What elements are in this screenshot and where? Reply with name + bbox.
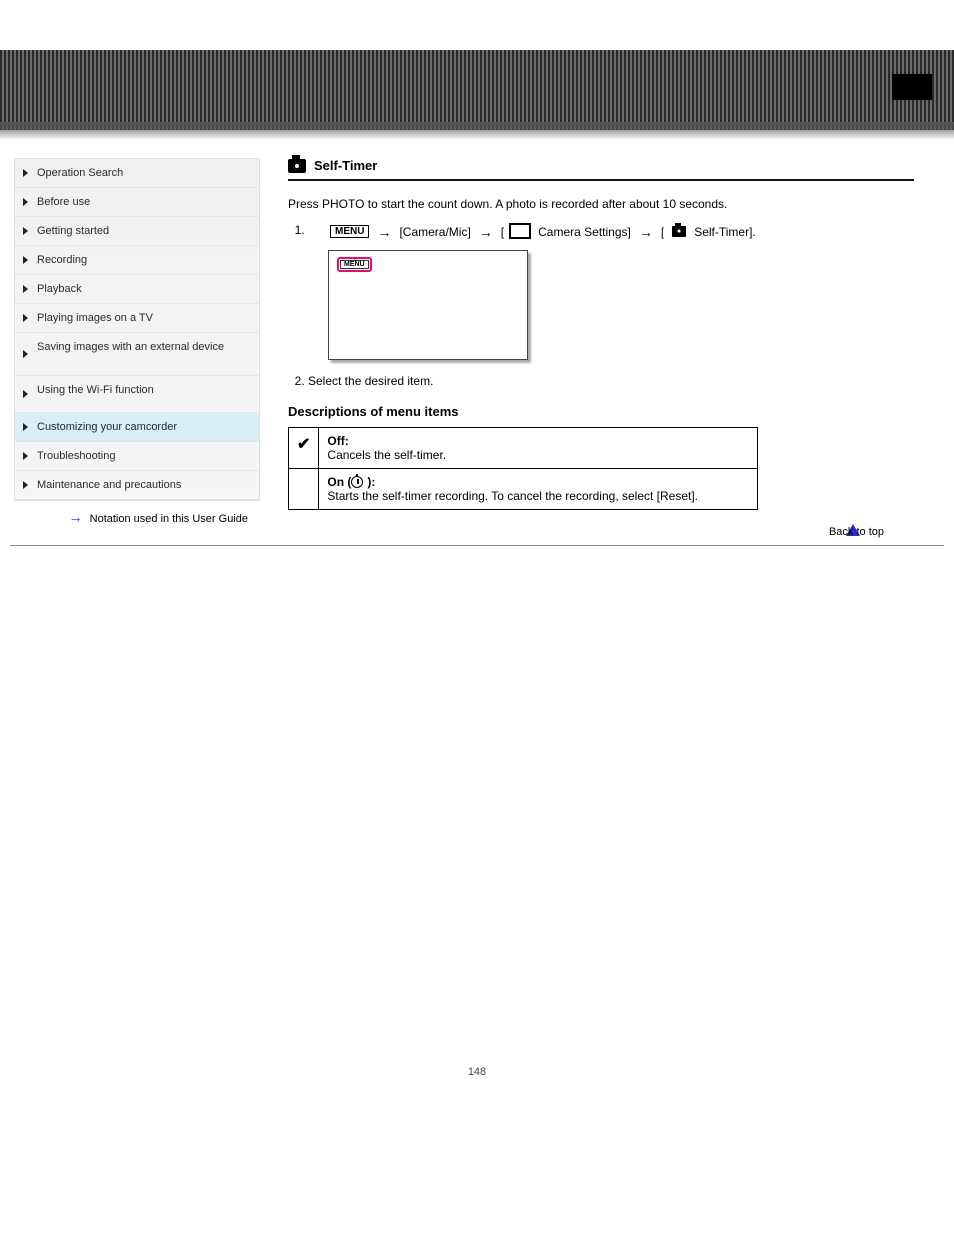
navpath-step2b: Camera Settings] bbox=[538, 225, 631, 239]
page-number: 148 bbox=[0, 1066, 954, 1098]
step-2: Select the desired item. bbox=[308, 374, 914, 388]
option-desc: Cancels the self-timer. bbox=[327, 448, 446, 462]
caret-icon bbox=[23, 423, 28, 431]
sidebar-item-label: Customizing your camcorder bbox=[37, 421, 177, 433]
notation-link[interactable]: → Notation used in this User Guide bbox=[14, 501, 260, 525]
sidebar-item-customizing[interactable]: Customizing your camcorder bbox=[15, 413, 259, 442]
caret-icon bbox=[23, 169, 28, 177]
sidebar-item-saving-external[interactable]: Saving images with an external device bbox=[15, 333, 259, 376]
section-intro: Press PHOTO to start the count down. A p… bbox=[288, 195, 914, 213]
sidebar-item-troubleshooting[interactable]: Troubleshooting bbox=[15, 442, 259, 471]
arrow-icon: → bbox=[479, 224, 493, 240]
menu-button-icon: MENU bbox=[330, 225, 369, 238]
sidebar-item-label: Using the Wi-Fi function bbox=[37, 384, 154, 396]
sidebar: Operation Search Before use Getting star… bbox=[14, 158, 260, 501]
camera-icon bbox=[288, 159, 306, 173]
caret-icon bbox=[23, 350, 28, 358]
caret-icon bbox=[23, 452, 28, 460]
caret-icon bbox=[23, 285, 28, 293]
navpath-step2a: [ bbox=[501, 225, 504, 239]
arrow-icon: → bbox=[377, 224, 391, 240]
caret-icon bbox=[23, 198, 28, 206]
step-1: MENU → [Camera/Mic] → [ Camera Settings]… bbox=[308, 223, 914, 360]
sidebar-item-label: Playing images on a TV bbox=[37, 312, 153, 324]
navpath-step3a: [ bbox=[661, 225, 664, 239]
caret-icon bbox=[23, 227, 28, 235]
print-button[interactable] bbox=[892, 74, 932, 100]
navpath-step1: [Camera/Mic] bbox=[399, 225, 470, 239]
sidebar-item-label: Troubleshooting bbox=[37, 450, 115, 462]
lcd-menu-highlight: MENU bbox=[337, 257, 372, 272]
option-name: Off: bbox=[327, 434, 348, 448]
caret-icon bbox=[23, 481, 28, 489]
lcd-diagram: MENU bbox=[328, 250, 528, 360]
sidebar-item-before-use[interactable]: Before use bbox=[15, 188, 259, 217]
navpath-step3b: Self-Timer]. bbox=[694, 225, 756, 239]
sidebar-item-label: Operation Search bbox=[37, 167, 123, 179]
caret-icon bbox=[23, 256, 28, 264]
notation-label: Notation used in this User Guide bbox=[87, 513, 248, 525]
options-table: ✔ Off: Cancels the self-timer. On (): St… bbox=[288, 427, 758, 510]
sidebar-item-playing-tv[interactable]: Playing images on a TV bbox=[15, 304, 259, 333]
main-content: Self-Timer Press PHOTO to start the coun… bbox=[288, 158, 934, 525]
footer-separator: Back to top bbox=[10, 545, 944, 546]
sidebar-item-recording[interactable]: Recording bbox=[15, 246, 259, 275]
sidebar-item-wifi[interactable]: Using the Wi-Fi function bbox=[15, 376, 259, 413]
sidebar-item-operation-search[interactable]: Operation Search bbox=[15, 159, 259, 188]
arrow-icon: → bbox=[69, 509, 83, 525]
option-mark: ✔ bbox=[289, 427, 319, 468]
sidebar-item-label: Before use bbox=[37, 196, 90, 208]
section-header: Self-Timer bbox=[288, 158, 914, 181]
camera-icon bbox=[672, 226, 686, 237]
caret-icon bbox=[23, 390, 28, 398]
sidebar-item-label: Playback bbox=[37, 283, 82, 295]
option-cell: Off: Cancels the self-timer. bbox=[319, 427, 758, 468]
sidebar-item-label: Saving images with an external device bbox=[37, 341, 224, 353]
option-cell: On (): Starts the self-timer recording. … bbox=[319, 468, 758, 509]
subheader: Descriptions of menu items bbox=[288, 404, 914, 419]
sidebar-item-label: Getting started bbox=[37, 225, 109, 237]
header-band bbox=[0, 50, 954, 130]
self-timer-icon bbox=[351, 476, 363, 488]
caret-icon bbox=[23, 314, 28, 322]
sidebar-item-label: Recording bbox=[37, 254, 87, 266]
sidebar-item-playback[interactable]: Playback bbox=[15, 275, 259, 304]
option-mark bbox=[289, 468, 319, 509]
sidebar-item-maintenance[interactable]: Maintenance and precautions bbox=[15, 471, 259, 500]
camera-settings-icon bbox=[512, 226, 530, 238]
table-row: On (): Starts the self-timer recording. … bbox=[289, 468, 758, 509]
sidebar-item-label: Maintenance and precautions bbox=[37, 479, 181, 491]
sidebar-item-getting-started[interactable]: Getting started bbox=[15, 217, 259, 246]
section-title: Self-Timer bbox=[314, 158, 377, 173]
table-row: ✔ Off: Cancels the self-timer. bbox=[289, 427, 758, 468]
arrow-icon: → bbox=[639, 224, 653, 240]
menu-button-icon: MENU bbox=[340, 260, 369, 269]
option-name: On (): bbox=[327, 475, 375, 489]
back-to-top-link[interactable]: Back to top bbox=[829, 526, 884, 538]
option-desc: Starts the self-timer recording. To canc… bbox=[327, 489, 698, 503]
